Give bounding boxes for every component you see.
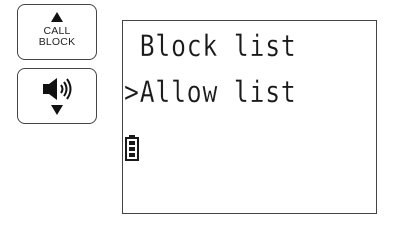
menu-item-allow-list-label: Allow list xyxy=(139,75,297,109)
speaker-icon xyxy=(43,78,72,100)
down-arrow-icon xyxy=(51,105,63,115)
menu-item-block-list[interactable]: Block list xyxy=(124,29,297,63)
selection-cursor: > xyxy=(124,75,140,109)
call-block-label: CALL BLOCK xyxy=(18,26,96,48)
menu-item-allow-list[interactable]: >Allow list xyxy=(124,75,297,109)
call-block-button[interactable]: CALL BLOCK xyxy=(17,4,97,60)
up-arrow-icon xyxy=(51,12,63,22)
lcd-screen: Block list >Allow list xyxy=(122,20,377,214)
battery-icon xyxy=(125,135,139,161)
volume-down-button[interactable] xyxy=(17,68,97,124)
call-block-label-line2: BLOCK xyxy=(38,36,76,48)
